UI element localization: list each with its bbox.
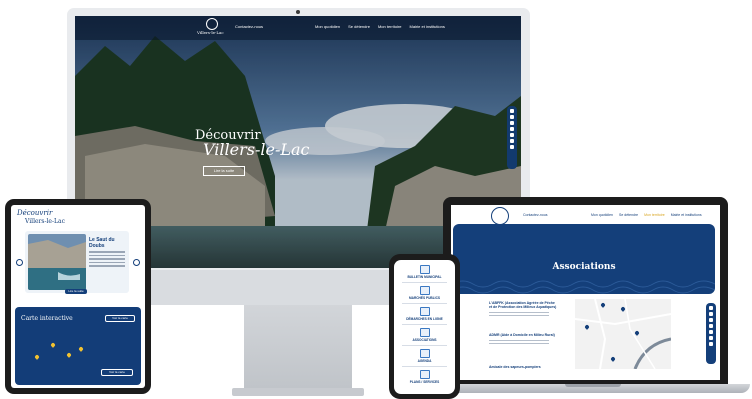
association-entry[interactable]: Amicale des sapeurs-pompiers xyxy=(489,365,557,369)
main-menu: Mon quotidien Se détendre Mon territoire… xyxy=(315,24,445,29)
quick-link-icon[interactable] xyxy=(709,330,713,334)
menu-item-mairie[interactable]: Mairie et institutions xyxy=(671,213,702,217)
map-section-title: Carte interactive xyxy=(21,315,73,322)
association-title[interactable]: ADMR (Aide à Domicile en Milieu Rural) xyxy=(489,333,557,337)
tablet-screen: Découvrir Villers-le-Lac Le Saut du Doub… xyxy=(11,205,145,388)
hero-read-more-button[interactable]: Lire la suite xyxy=(203,166,245,176)
wave-pattern xyxy=(453,280,715,294)
discover-card[interactable]: Le Saut du Doubs xyxy=(25,231,129,293)
quick-link-icon[interactable] xyxy=(510,109,514,113)
carousel-prev-icon[interactable] xyxy=(16,259,23,266)
marches-icon xyxy=(419,286,430,295)
hero-script-title: Villers-le-Lac xyxy=(203,140,310,159)
divider xyxy=(402,282,447,283)
page-title: Associations xyxy=(552,262,616,272)
association-title[interactable]: L'ABFFK (Association Agréée de Pêche et … xyxy=(489,301,557,309)
quick-link-label: ASSOCIATIONS xyxy=(412,338,437,342)
divider xyxy=(402,366,447,367)
laptop-screen: Contactez-nous Mon quotidien Se détendre… xyxy=(451,205,720,380)
quick-link-marches[interactable]: MARCHÉS PUBLICS xyxy=(394,286,455,300)
view-map-button-secondary[interactable]: Voir la carte xyxy=(101,369,133,376)
tablet-subtitle: Villers-le-Lac xyxy=(25,218,65,225)
map-pin-icon[interactable] xyxy=(34,354,40,360)
association-text xyxy=(489,312,557,316)
divider xyxy=(402,324,447,325)
associations-icon xyxy=(419,328,430,337)
map-pin-icon[interactable] xyxy=(78,346,84,352)
quick-link-icon[interactable] xyxy=(709,336,713,340)
view-map-button[interactable]: Voir la carte xyxy=(105,315,135,322)
association-entry[interactable]: L'ABFFK (Association Agréée de Pêche et … xyxy=(489,301,557,318)
quick-link-associations[interactable]: ASSOCIATIONS xyxy=(394,328,455,342)
camera-icon xyxy=(296,10,300,14)
imac-base xyxy=(232,388,364,396)
menu-item-territoire[interactable]: Mon territoire xyxy=(644,213,665,217)
menu-item-detendre[interactable]: Se détendre xyxy=(619,213,638,217)
main-menu: Mon quotidien Se détendre Mon territoire… xyxy=(591,213,702,217)
quick-link-label: DÉMARCHES EN LIGNE xyxy=(406,317,443,321)
contact-link[interactable]: Contactez-nous xyxy=(523,213,548,217)
menu-item-territoire[interactable]: Mon territoire xyxy=(378,24,402,29)
quick-links-sidebar xyxy=(507,106,517,169)
menu-item-mairie[interactable]: Mairie et institutions xyxy=(410,24,445,29)
quick-link-icon[interactable] xyxy=(510,139,514,143)
logo-icon[interactable] xyxy=(206,18,218,30)
quick-link-agenda[interactable]: AGENDA xyxy=(394,349,455,363)
carousel-next-icon[interactable] xyxy=(133,259,140,266)
quick-links-sidebar xyxy=(706,303,716,364)
site-logo-text[interactable]: Villers-le-Lac xyxy=(197,30,224,35)
association-text xyxy=(489,340,557,344)
plans-icon xyxy=(419,370,430,379)
bulletin-icon xyxy=(419,265,430,274)
divider xyxy=(402,345,447,346)
quick-link-icon[interactable] xyxy=(510,133,514,137)
quick-link-label: AGENDA xyxy=(417,359,432,363)
logo-icon[interactable] xyxy=(491,207,509,225)
page-hero: Associations xyxy=(453,224,715,294)
card-text xyxy=(89,251,125,269)
card-read-more-button[interactable]: Lire la suite xyxy=(65,289,87,294)
quick-link-label: MARCHÉS PUBLICS xyxy=(409,296,440,300)
quick-link-icon[interactable] xyxy=(709,324,713,328)
phone-screen: BULLETIN MUNICIPAL MARCHÉS PUBLICS DÉMAR… xyxy=(394,260,455,394)
menu-item-quotidien[interactable]: Mon quotidien xyxy=(591,213,613,217)
quick-link-label: PLANS / SERVICES xyxy=(409,380,440,384)
interactive-map-section: Carte interactive Voir la carte Voir la … xyxy=(15,307,141,385)
quick-link-icon[interactable] xyxy=(709,306,713,310)
quick-link-plans[interactable]: PLANS / SERVICES xyxy=(394,370,455,384)
divider xyxy=(402,303,447,304)
tablet-title: Découvrir xyxy=(17,209,53,217)
quick-link-icon[interactable] xyxy=(510,127,514,131)
contact-link[interactable]: Contactez-nous xyxy=(235,24,263,29)
menu-item-detendre[interactable]: Se détendre xyxy=(348,24,370,29)
site-header xyxy=(75,16,521,40)
menu-item-quotidien[interactable]: Mon quotidien xyxy=(315,24,340,29)
laptop-notch xyxy=(565,384,621,387)
quick-link-bulletin[interactable]: BULLETIN MUNICIPAL xyxy=(394,265,455,279)
imac-stand xyxy=(244,305,352,393)
quick-link-icon[interactable] xyxy=(510,115,514,119)
quick-link-icon[interactable] xyxy=(709,318,713,322)
map-pin-icon[interactable] xyxy=(66,352,72,358)
card-photo xyxy=(28,234,86,290)
card-title[interactable]: Le Saut du Doubs xyxy=(89,237,127,249)
quick-link-icon[interactable] xyxy=(510,121,514,125)
quick-link-label: BULLETIN MUNICIPAL xyxy=(407,275,442,279)
associations-map[interactable] xyxy=(575,299,671,369)
demarches-icon xyxy=(419,307,430,316)
quick-link-demarches[interactable]: DÉMARCHES EN LIGNE xyxy=(394,307,455,321)
association-title[interactable]: Amicale des sapeurs-pompiers xyxy=(489,365,557,369)
quick-link-icon[interactable] xyxy=(510,145,514,149)
agenda-icon xyxy=(419,349,430,358)
quick-link-icon[interactable] xyxy=(709,342,713,346)
map-pin-icon[interactable] xyxy=(50,342,56,348)
association-entry[interactable]: ADMR (Aide à Domicile en Milieu Rural) xyxy=(489,333,557,346)
quick-link-icon[interactable] xyxy=(709,312,713,316)
